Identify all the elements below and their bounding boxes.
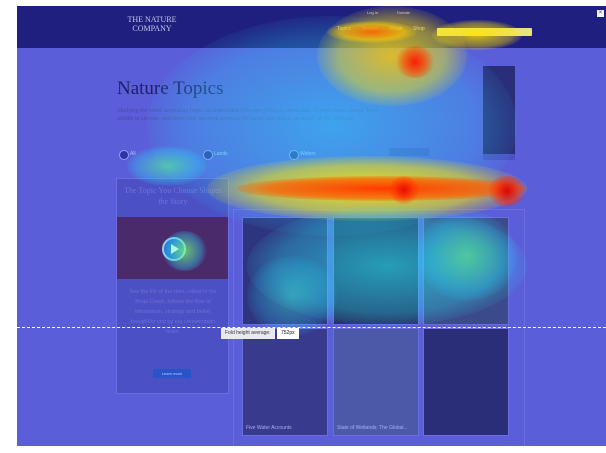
topic-tile-1[interactable] <box>242 217 328 325</box>
site-logo[interactable]: THE NATURE COMPANY <box>117 15 187 37</box>
video-thumbnail[interactable] <box>117 217 228 279</box>
topic-tile-4[interactable]: Five Water Accounts <box>242 328 328 436</box>
tile-caption-5: State of Wetlands: The Global... <box>337 425 408 431</box>
donate-link[interactable]: Donate <box>397 10 410 15</box>
heatmap-screenshot: THE NATURE COMPANY Topics Stories About … <box>17 6 606 446</box>
filter-radio-2[interactable] <box>203 150 213 160</box>
sidebar-card: The Topic You Choose Shapes the Story Se… <box>116 178 229 394</box>
sidebar-card-title: The Topic You Choose Shapes the Story <box>124 186 222 206</box>
fold-height-label: Fold height average: <box>221 328 275 339</box>
filter-label-3: Waters <box>300 151 316 157</box>
site-header: THE NATURE COMPANY Topics Stories About … <box>17 6 606 48</box>
filter-label-2: Lands <box>214 151 228 157</box>
filter-radio-1[interactable] <box>119 150 129 160</box>
nav-item-2[interactable]: Stories <box>362 26 378 32</box>
topic-tile-2[interactable] <box>333 217 419 325</box>
tile-caption-4: Five Water Accounts <box>246 425 292 431</box>
learn-more-button[interactable]: Learn more <box>153 369 191 378</box>
search-bar[interactable] <box>437 28 532 36</box>
close-icon[interactable]: × <box>597 10 604 17</box>
play-icon[interactable] <box>162 237 186 261</box>
page-title: Nature Topics <box>117 78 224 99</box>
filter-label-1: All <box>130 151 136 157</box>
filter-radio-3[interactable] <box>289 150 299 160</box>
nav-item-3[interactable]: About <box>389 26 402 32</box>
nav-item-4[interactable]: Shop <box>413 26 425 32</box>
topic-tile-5[interactable]: State of Wetlands: The Global... <box>333 328 419 436</box>
promo-button-secondary[interactable] <box>483 154 515 160</box>
promo-image[interactable] <box>483 66 515 156</box>
topic-tile-3[interactable] <box>423 217 509 325</box>
fold-height-value: 752px <box>277 328 299 339</box>
nav-item-1[interactable]: Topics <box>337 26 351 32</box>
promo-button[interactable] <box>389 148 429 156</box>
sidebar-card-text: See the life of the river, called in the… <box>129 289 217 335</box>
login-link[interactable]: Log In <box>367 10 378 15</box>
page-intro: Studying the world around us helps us un… <box>117 108 378 122</box>
fold-line <box>17 327 606 328</box>
topic-tile-6[interactable] <box>423 328 509 436</box>
